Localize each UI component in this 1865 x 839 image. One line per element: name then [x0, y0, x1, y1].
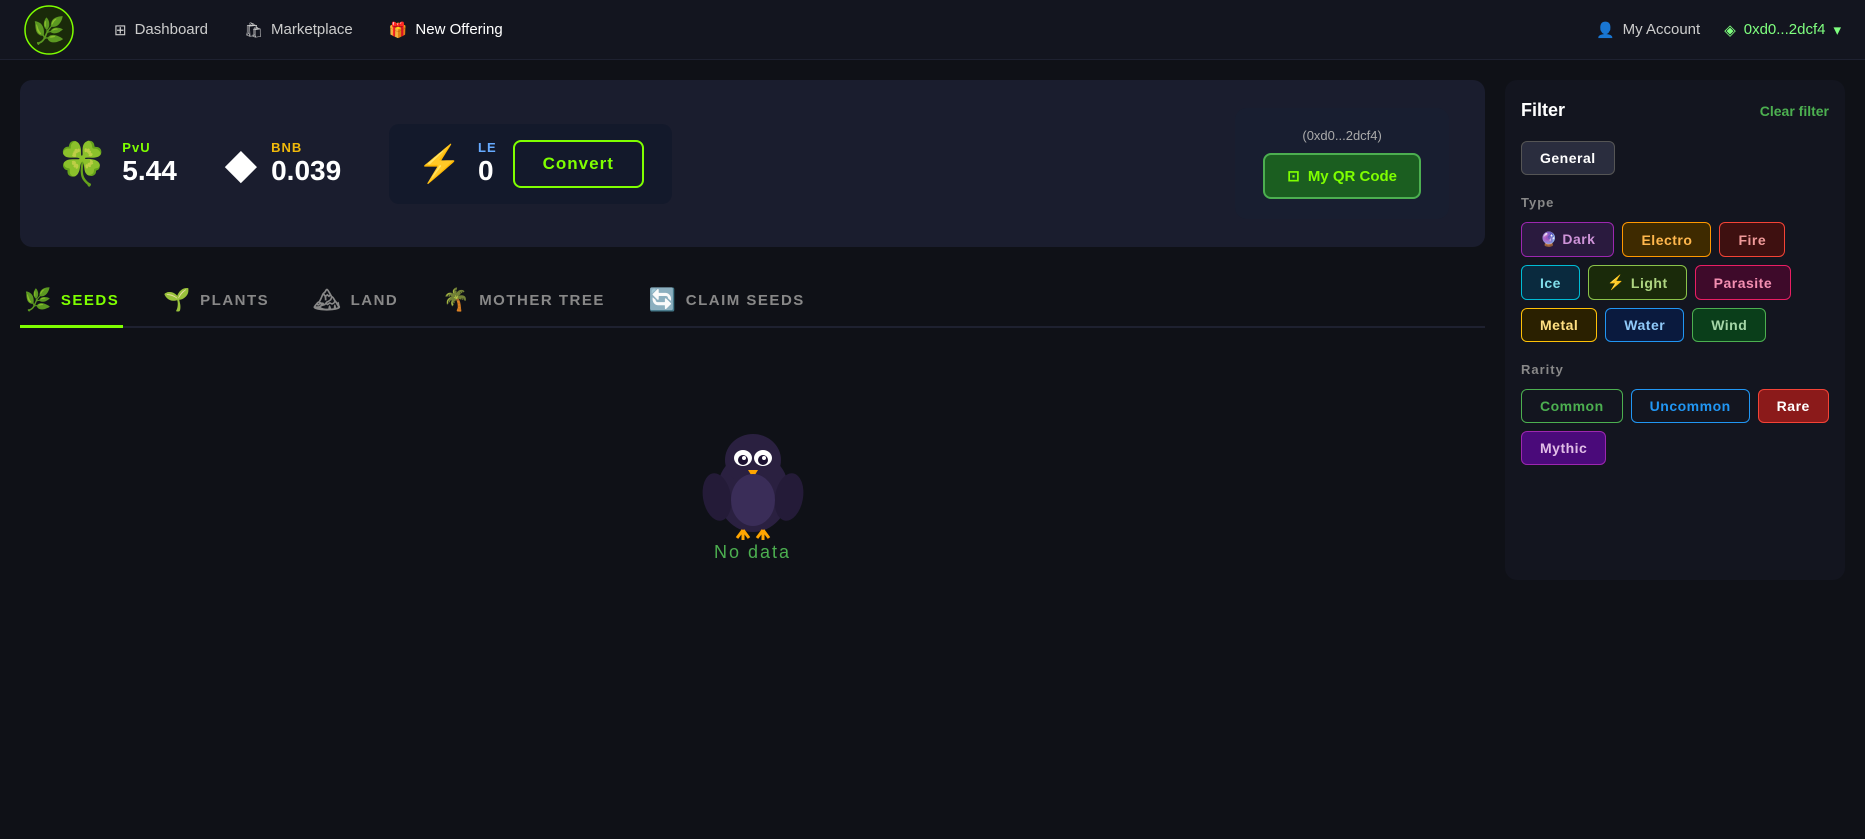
- filter-general-section: General: [1521, 141, 1829, 175]
- pvu-icon: 🍀: [56, 143, 108, 185]
- content-area: 🍀 PvU 5.44 ◆ BNB 0.039 ⚡ LE 0 Co: [20, 80, 1485, 623]
- bnb-label: BNB: [271, 140, 341, 155]
- dashboard-icon: ⊞: [114, 21, 127, 39]
- bnb-balance: ◆ BNB 0.039: [225, 140, 341, 187]
- tabs: 🌿 SEEDS 🌱 PLANTS 🏔 LAND 🌴 MOTHER TREE 🔄 …: [20, 275, 1485, 328]
- nav-right: 👤 My Account ◈ 0xd0...2dcf4 ▾: [1596, 21, 1841, 39]
- qr-section: (0xd0...2dcf4) ⊡ My QR Code: [1235, 108, 1449, 219]
- wallet-button[interactable]: ◈ 0xd0...2dcf4 ▾: [1724, 21, 1841, 39]
- plants-icon: 🌱: [163, 287, 192, 313]
- type-parasite-button[interactable]: Parasite: [1695, 265, 1791, 300]
- type-metal-button[interactable]: Metal: [1521, 308, 1597, 342]
- rarity-mythic-button[interactable]: Mythic: [1521, 431, 1606, 465]
- type-electro-button[interactable]: Electro: [1622, 222, 1711, 257]
- dark-icon: 🔮: [1540, 231, 1562, 247]
- type-section-label: Type: [1521, 195, 1829, 210]
- tab-seeds[interactable]: 🌿 SEEDS: [20, 275, 123, 328]
- seeds-icon: 🌿: [24, 287, 53, 313]
- type-filter-buttons: 🔮 Dark Electro Fire Ice ⚡Light Parasite …: [1521, 222, 1829, 342]
- bird-illustration: [693, 412, 813, 542]
- svg-text:🌿: 🌿: [33, 15, 65, 45]
- qr-button[interactable]: ⊡ My QR Code: [1263, 153, 1421, 199]
- le-box: ⚡ LE 0 Convert: [389, 124, 672, 204]
- light-icon: ⚡: [1607, 274, 1625, 291]
- rarity-section-label: Rarity: [1521, 362, 1829, 377]
- bnb-value: 0.039: [271, 155, 341, 187]
- no-data-text: No data: [714, 542, 791, 563]
- le-info: LE 0: [478, 140, 497, 187]
- type-water-button[interactable]: Water: [1605, 308, 1684, 342]
- gift-icon: 🎁: [389, 21, 408, 39]
- mother-tree-icon: 🌴: [442, 287, 471, 313]
- bnb-icon: ◆: [225, 143, 257, 185]
- filter-sidebar: Filter Clear filter General Type 🔮 Dark …: [1505, 80, 1845, 580]
- nav-marketplace[interactable]: 🛍 Marketplace: [244, 21, 353, 39]
- le-icon: ⚡: [417, 143, 462, 185]
- nav-new-offering[interactable]: 🎁 New Offering: [389, 21, 503, 39]
- no-data-area: No data: [20, 352, 1485, 623]
- rarity-filter-buttons: Common Uncommon Rare Mythic: [1521, 389, 1829, 465]
- navbar: 🌿 ⊞ Dashboard 🛍 Marketplace 🎁 New Offeri…: [0, 0, 1865, 60]
- tab-plants[interactable]: 🌱 PLANTS: [159, 275, 273, 328]
- nav-dashboard[interactable]: ⊞ Dashboard: [114, 21, 208, 39]
- bnb-info: BNB 0.039: [271, 140, 341, 187]
- my-account-button[interactable]: 👤 My Account: [1596, 21, 1700, 39]
- rarity-common-button[interactable]: Common: [1521, 389, 1623, 423]
- pvu-balance: 🍀 PvU 5.44: [56, 140, 177, 187]
- tab-land[interactable]: 🏔 LAND: [309, 275, 402, 328]
- clear-filter-button[interactable]: Clear filter: [1760, 103, 1829, 119]
- filter-type-section: Type 🔮 Dark Electro Fire Ice ⚡Light Para…: [1521, 195, 1829, 342]
- le-value: 0: [478, 155, 497, 187]
- balance-bar: 🍀 PvU 5.44 ◆ BNB 0.039 ⚡ LE 0 Co: [20, 80, 1485, 247]
- qr-box: (0xd0...2dcf4) ⊡ My QR Code: [1235, 108, 1449, 219]
- filter-rarity-section: Rarity Common Uncommon Rare Mythic: [1521, 362, 1829, 465]
- type-dark-button[interactable]: 🔮 Dark: [1521, 222, 1614, 257]
- pvu-label: PvU: [122, 140, 177, 155]
- qr-address: (0xd0...2dcf4): [1302, 128, 1382, 143]
- type-wind-button[interactable]: Wind: [1692, 308, 1766, 342]
- chevron-down-icon: ▾: [1833, 21, 1841, 39]
- main-content: 🍀 PvU 5.44 ◆ BNB 0.039 ⚡ LE 0 Co: [0, 60, 1865, 643]
- type-ice-button[interactable]: Ice: [1521, 265, 1580, 300]
- tab-claim-seeds[interactable]: 🔄 CLAIM SEEDS: [645, 275, 809, 328]
- type-fire-button[interactable]: Fire: [1719, 222, 1785, 257]
- le-label: LE: [478, 140, 497, 155]
- pvu-info: PvU 5.44: [122, 140, 177, 187]
- tab-mother-tree[interactable]: 🌴 MOTHER TREE: [438, 275, 609, 328]
- marketplace-icon: 🛍: [244, 21, 263, 39]
- convert-button[interactable]: Convert: [513, 140, 644, 188]
- type-light-button[interactable]: ⚡Light: [1588, 265, 1687, 300]
- logo[interactable]: 🌿: [24, 5, 74, 55]
- pvu-value: 5.44: [122, 155, 177, 187]
- claim-seeds-icon: 🔄: [649, 287, 678, 313]
- qr-icon: ⊡: [1287, 167, 1300, 185]
- rarity-rare-button[interactable]: Rare: [1758, 389, 1829, 423]
- filter-header: Filter Clear filter: [1521, 100, 1829, 121]
- land-icon: 🏔: [313, 287, 342, 313]
- filter-title: Filter: [1521, 100, 1565, 121]
- general-filter-button[interactable]: General: [1521, 141, 1615, 175]
- sidebar-scroll-area: Filter Clear filter General Type 🔮 Dark …: [1521, 100, 1829, 485]
- wallet-icon: ◈: [1724, 21, 1736, 39]
- account-icon: 👤: [1596, 21, 1615, 39]
- nav-links: ⊞ Dashboard 🛍 Marketplace 🎁 New Offering: [114, 21, 1596, 39]
- rarity-uncommon-button[interactable]: Uncommon: [1631, 389, 1750, 423]
